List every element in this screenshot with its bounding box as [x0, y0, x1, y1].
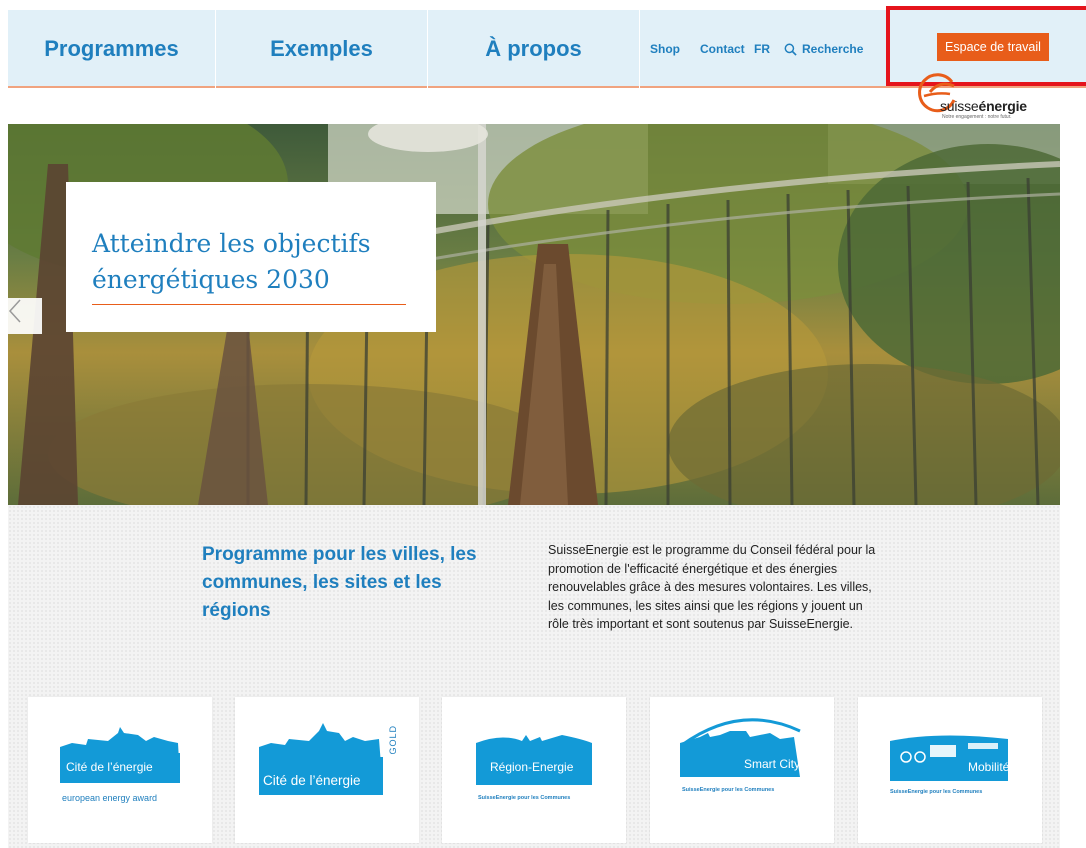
logo-brand-light: suisse — [940, 98, 979, 114]
logo-tagline: Notre engagement : notre futur. — [942, 114, 1012, 120]
tile-mobilite[interactable]: Mobilité SuisseEnergie pour les Communes — [858, 697, 1042, 843]
tile-subtitle: SuisseEnergie pour les Communes — [890, 789, 983, 795]
tile-label: Smart City — [744, 757, 801, 771]
nav-exemples[interactable]: Exemples — [216, 10, 428, 88]
tile-label: Cité de l’énergie — [263, 773, 361, 788]
carousel-prev-button[interactable] — [8, 298, 42, 334]
nav-contact-link[interactable]: Contact — [700, 10, 745, 88]
hero-title-underline — [92, 304, 406, 305]
workspace-button[interactable]: Espace de travail — [937, 33, 1049, 61]
tile-subtitle: SuisseEnergie pour les Communes — [478, 795, 571, 801]
hero-carousel: Atteindre les objectifs énergétiques 203… — [8, 124, 1060, 505]
intro-heading: Programme pour les villes, les communes,… — [202, 544, 477, 621]
hero-title: Atteindre les objectifs énergétiques 203… — [92, 229, 371, 294]
nav-a-propos[interactable]: À propos — [428, 10, 640, 88]
suisse-energie-logo[interactable]: suisseénergie Notre engagement : notre f… — [910, 70, 1036, 122]
tile-region-energie[interactable]: Région-Energie SuisseEnergie pour les Co… — [442, 697, 626, 843]
tile-subtitle: european energy award — [62, 793, 158, 803]
chevron-left-icon — [8, 299, 21, 323]
tile-cite-energie[interactable]: Cité de l’énergie european energy award — [28, 697, 212, 843]
search-label: Recherche — [802, 42, 864, 56]
nav-programmes[interactable]: Programmes — [8, 10, 216, 88]
mobility-icon — [890, 735, 1008, 781]
tile-label: Cité de l’énergie — [66, 760, 153, 774]
tile-label: Mobilité — [968, 760, 1010, 774]
program-tiles: Cité de l’énergie european energy award … — [28, 697, 1058, 847]
gold-badge: GOLD — [388, 725, 398, 755]
tile-subtitle: SuisseEnergie pour les Communes — [682, 787, 775, 793]
intro-section: Programme pour les villes, les communes,… — [8, 505, 1060, 848]
hero-caption-card[interactable]: Atteindre les objectifs énergétiques 203… — [66, 182, 436, 332]
logo-wordmark: suisseénergie — [940, 98, 1027, 114]
intro-text: SuisseEnergie est le programme du Consei… — [548, 543, 876, 632]
tile-label: Région-Energie — [490, 760, 574, 774]
search-link[interactable]: Recherche — [784, 10, 863, 88]
search-icon — [784, 43, 797, 56]
smart-city-icon — [680, 718, 801, 777]
logo-brand-bold: énergie — [978, 98, 1027, 114]
nav-shop-link[interactable]: Shop — [650, 10, 680, 88]
city-skyline-gold-icon — [259, 723, 383, 795]
language-selector[interactable]: FR — [754, 10, 770, 88]
tile-cite-energie-gold[interactable]: Cité de l’énergie GOLD — [235, 697, 419, 843]
tile-smart-city[interactable]: Smart City SuisseEnergie pour les Commun… — [650, 697, 834, 843]
